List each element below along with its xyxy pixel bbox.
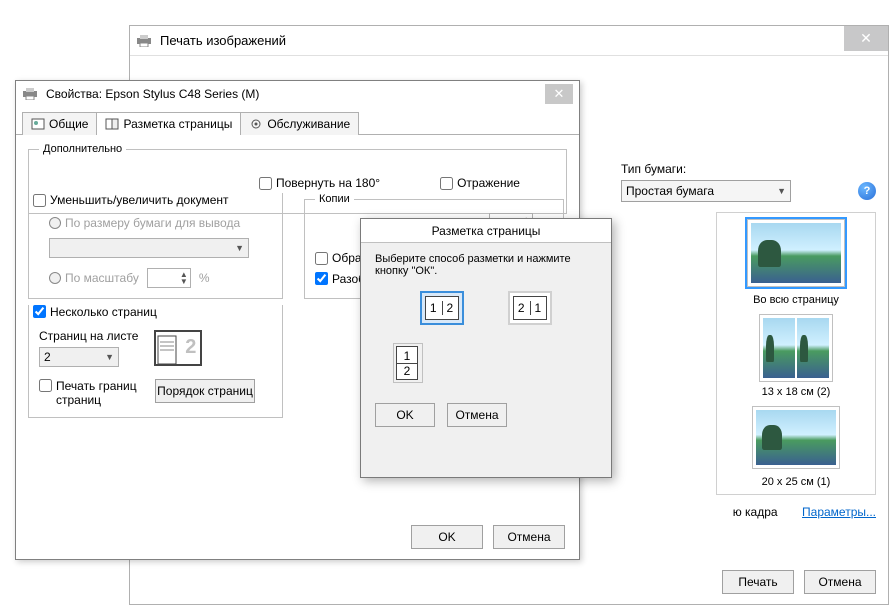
thumb-13x18[interactable]: 13 x 18 см (2) [759, 314, 833, 398]
thumb-2025-label: 20 x 25 см (1) [752, 476, 840, 488]
multi-page-checkbox[interactable]: Несколько страниц [33, 305, 157, 319]
tab-layout[interactable]: Разметка страницы [96, 112, 241, 135]
pages-preview-icon: 2 [154, 330, 202, 366]
copies-legend: Копии [315, 193, 354, 205]
output-size-select: ▼ [49, 238, 249, 258]
tab-maintenance[interactable]: Обслуживание [240, 112, 359, 135]
print-window-title: Печать изображений [160, 33, 286, 48]
modal-message: Выберите способ разметки и нажмите кнопк… [375, 253, 597, 277]
thumb-full-label: Во всю страницу [747, 294, 845, 306]
page-icon [31, 118, 45, 130]
fs-extra-legend: Дополнительно [39, 143, 126, 155]
modal-title: Разметка страницы [361, 219, 611, 243]
tab-general[interactable]: Общие [22, 112, 97, 135]
ok-button[interactable]: OK [375, 403, 435, 427]
rotate-180-checkbox[interactable]: Повернуть на 180° [259, 176, 380, 190]
parameters-link[interactable]: Параметры... [802, 505, 876, 519]
layout-12-icon: 12 [425, 296, 459, 320]
pages-per-sheet-label: Страниц на листе [39, 329, 138, 343]
page-order-button[interactable]: Порядок страниц [155, 379, 255, 403]
layout-option-12[interactable]: 12 [420, 291, 464, 325]
layout-option-vertical[interactable]: 1 2 [393, 343, 423, 383]
fieldset-multi: Несколько страниц Страниц на листе 2▼ 2 … [28, 305, 283, 419]
paper-type-select[interactable]: Простая бумага ▼ [621, 180, 791, 202]
cancel-button[interactable]: Отмена [493, 525, 565, 549]
layout-21-icon: 21 [513, 296, 547, 320]
layout-icon [105, 118, 119, 130]
scale-doc-checkbox[interactable]: Уменьшить/увеличить документ [33, 193, 229, 207]
thumb-full-page[interactable]: Во всю страницу [747, 219, 845, 306]
by-output-radio: По размеру бумаги для вывода [49, 216, 240, 230]
cancel-button[interactable]: Отмена [447, 403, 507, 427]
tab-layout-label: Разметка страницы [123, 117, 232, 131]
layout-option-21[interactable]: 21 [508, 291, 552, 325]
landscape-thumb-icon [763, 318, 795, 378]
layout-thumb-strip[interactable]: Во всю страницу 13 x 18 см (2) 20 x 25 с… [716, 212, 876, 495]
close-icon[interactable]: ✕ [545, 84, 573, 104]
props-titlebar: Свойства: Epson Stylus C48 Series (M) ✕ [16, 81, 579, 107]
printer-icon [136, 35, 152, 47]
scale-pct-spinner: ▲▼ [147, 268, 191, 288]
landscape-thumb-icon [756, 410, 836, 465]
print-titlebar: Печать изображений [130, 26, 888, 56]
mirror-checkbox[interactable]: Отражение [440, 176, 520, 190]
tab-general-label: Общие [49, 117, 88, 131]
landscape-thumb-icon [751, 223, 841, 283]
tab-strip: Общие Разметка страницы Обслуживание [16, 111, 579, 135]
chevron-down-icon: ▼ [235, 243, 244, 253]
layout-vert-icon: 1 2 [396, 346, 418, 380]
pct-label: % [199, 271, 210, 285]
fieldset-scale: Уменьшить/увеличить документ По размеру … [28, 193, 283, 299]
by-scale-radio: По масштабу [49, 271, 139, 285]
close-icon[interactable]: ✕ [844, 26, 888, 51]
help-icon[interactable]: ? [858, 182, 876, 200]
pages-per-sheet-select[interactable]: 2▼ [39, 347, 119, 367]
frame-text-fragment: ю кадра [733, 505, 778, 519]
print-borders-checkbox[interactable]: Печать границ страниц [39, 379, 139, 407]
chevron-down-icon: ▼ [777, 186, 786, 196]
gear-icon [249, 118, 263, 130]
right-panel: Тип бумаги: Простая бумага ▼ ? Во всю ст… [621, 64, 876, 519]
print-button[interactable]: Печать [722, 570, 794, 594]
printer-icon [22, 88, 38, 100]
tab-maint-label: Обслуживание [267, 117, 350, 131]
paper-type-label: Тип бумаги: [621, 162, 876, 176]
landscape-thumb-icon [797, 318, 829, 378]
thumb-1318-label: 13 x 18 см (2) [759, 386, 833, 398]
thumb-20x25[interactable]: 20 x 25 см (1) [752, 406, 840, 488]
ok-button[interactable]: OK [411, 525, 483, 549]
chevron-down-icon: ▼ [105, 352, 114, 362]
props-title: Свойства: Epson Stylus C48 Series (M) [46, 87, 259, 101]
page-order-modal: Разметка страницы Выберите способ размет… [360, 218, 612, 478]
cancel-button[interactable]: Отмена [804, 570, 876, 594]
paper-type-value: Простая бумага [626, 184, 714, 198]
